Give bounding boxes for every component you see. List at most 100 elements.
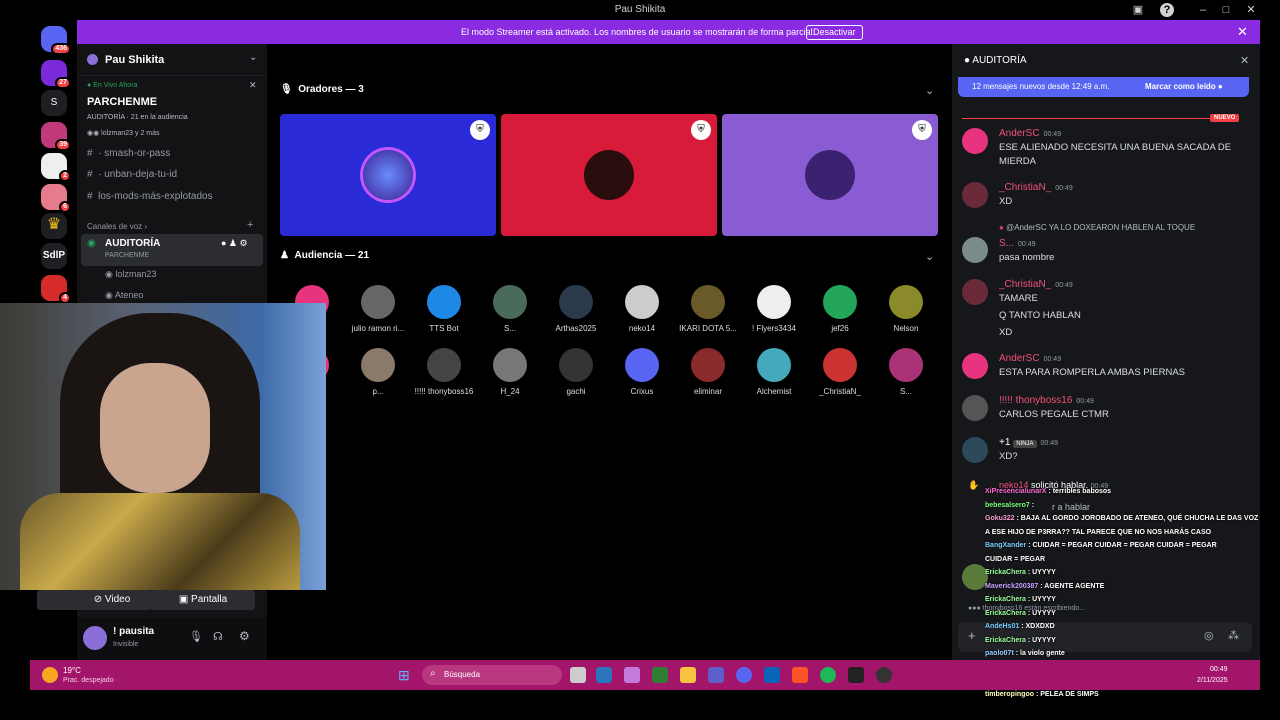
windows-start-icon[interactable]: ⊞ (398, 667, 410, 684)
speaker-card[interactable]: ⛨ (280, 114, 496, 236)
overlay-chat-line: ErickaChera : UYYYY (985, 609, 1056, 617)
app-icon[interactable] (848, 667, 864, 683)
avatar[interactable] (962, 395, 988, 421)
close-icon[interactable]: ✕ (1237, 24, 1248, 40)
voice-member[interactable]: ◉ lolzman23 (105, 269, 156, 280)
close-button[interactable]: ✕ (1244, 3, 1258, 17)
audience-member[interactable]: jef26 (808, 285, 872, 333)
avatar[interactable] (962, 237, 988, 263)
excel-icon[interactable] (652, 667, 668, 683)
maximize-button[interactable]: □ (1219, 3, 1233, 17)
add-attachment-icon[interactable]: + (968, 628, 976, 643)
search-box[interactable]: ⌕ Búsqueda (422, 665, 562, 685)
voice-channel-auditoria[interactable]: ◉ AUDITORÍA PARCHENME ● ♟ ⚙ (81, 234, 263, 266)
server-icon[interactable]: 39 (41, 122, 71, 151)
search-icon: ⌕ (430, 668, 436, 679)
audience-member[interactable]: ! Flyers3434 (742, 285, 806, 333)
voice-category[interactable]: Canales de voz › (87, 222, 147, 231)
audience-member[interactable]: S... (478, 285, 542, 333)
voice-member[interactable]: ◉ Ateneo (105, 290, 143, 301)
spotify-icon[interactable] (820, 667, 836, 683)
chevron-down-icon[interactable]: ⌄ (925, 250, 934, 263)
title-bar: Pau Shikita ▣ ? – □ ✕ (0, 0, 1280, 20)
video-button-label[interactable]: ⊘ Video (72, 590, 152, 610)
gear-icon[interactable]: ⚙ (239, 629, 250, 643)
audience-member[interactable]: IKARI DOTA 5... (676, 285, 740, 333)
audience-member[interactable]: eliminar (676, 348, 740, 396)
inbox-icon[interactable]: ▣ (1131, 3, 1145, 17)
server-icon[interactable]: SdlP (41, 243, 67, 269)
new-messages-bar[interactable]: 12 mensajes nuevos desde 12:49 a.m. Marc… (958, 77, 1249, 97)
audience-member[interactable]: neko14 (610, 285, 674, 333)
server-icon[interactable]: 4 (41, 275, 71, 304)
audience-member[interactable]: Nelson (874, 285, 938, 333)
reply-preview[interactable]: ● @AnderSC YA LO DOXEARON HABLEN AL TOQU… (999, 223, 1195, 232)
clock-time[interactable]: 00:49 (1210, 666, 1228, 673)
audience-member[interactable]: julio ramon ri... (346, 285, 410, 333)
add-channel-icon[interactable]: + (247, 219, 253, 231)
server-icon[interactable]: 27 (41, 60, 71, 89)
close-icon[interactable]: ✕ (249, 80, 257, 91)
deactivate-button[interactable]: Desactivar (806, 25, 863, 40)
clock-date[interactable]: 2/11/2025 (1197, 677, 1228, 684)
audience-member[interactable]: Crixus (610, 348, 674, 396)
live-event-meta: AUDITORÍA · 21 en la audiencia (87, 114, 188, 121)
steam-icon[interactable] (596, 667, 612, 683)
audience-member[interactable]: Alchemist (742, 348, 806, 396)
audience-member-name: !!!!! thonyboss16 (414, 387, 474, 396)
user-panel: ! pausita Invisible 🎙 ☊ ⚙ (77, 618, 267, 660)
chevron-down-icon[interactable]: ⌄ (925, 84, 934, 97)
avatar[interactable] (962, 279, 988, 305)
avatar[interactable] (962, 437, 988, 463)
audience-member[interactable]: gachi (544, 348, 608, 396)
screen-share-button[interactable]: ▣ Pantalla (151, 590, 255, 610)
teams-icon[interactable] (708, 667, 724, 683)
audience-member[interactable]: Arthas2025 (544, 285, 608, 333)
new-badge: NUEVO (1210, 114, 1240, 122)
avatar[interactable] (962, 182, 988, 208)
brave-icon[interactable] (792, 667, 808, 683)
microphone-icon[interactable]: 🎙 (189, 630, 203, 643)
chevron-down-icon[interactable]: ⌄ (249, 52, 257, 63)
server-icon[interactable]: S (41, 90, 67, 116)
invite-to-speak-button[interactable]: r a hablar (1052, 502, 1090, 512)
channel-smash-or-pass[interactable]: # · smash-or-pass (87, 148, 170, 159)
channel-unban-deja-tu-id[interactable]: # · unban-deja-tu-id (87, 169, 177, 180)
help-icon[interactable]: ? (1160, 3, 1174, 17)
audience-member[interactable]: p... (346, 348, 410, 396)
channel-los-mods[interactable]: # los-mods-más-explotados (87, 191, 213, 202)
discord-icon[interactable] (736, 667, 752, 683)
mark-read-button[interactable]: Marcar como leído ● (1145, 82, 1223, 91)
file-explorer-icon[interactable] (680, 667, 696, 683)
avatar[interactable] (962, 353, 988, 379)
direct-messages-icon[interactable]: 436 (41, 26, 71, 55)
live-event-title[interactable]: PARCHENME (87, 96, 157, 108)
close-icon[interactable]: ✕ (1240, 54, 1249, 67)
audience-member[interactable]: S... (874, 348, 938, 396)
avatar[interactable] (962, 128, 988, 154)
audience-member[interactable]: H_24 (478, 348, 542, 396)
server-icon[interactable]: 2 (41, 153, 71, 182)
audience-member[interactable]: !!!!! thonyboss16 (412, 348, 476, 396)
headphones-icon[interactable]: ☊ (213, 630, 223, 643)
audience-heading: ♟ Audiencia — 21 (280, 250, 369, 261)
server-icon[interactable]: 6 (41, 184, 71, 213)
speaker-card[interactable]: ⛨ (501, 114, 717, 236)
webcam-shirt (20, 493, 300, 590)
crown-icon[interactable]: ♛ (41, 213, 67, 239)
copilot-icon[interactable] (624, 667, 640, 683)
audience-member[interactable]: TTS Bot (412, 285, 476, 333)
task-view-icon[interactable] (570, 667, 586, 683)
obs-icon[interactable] (876, 667, 892, 683)
audience-member[interactable]: _ChristiaN_ (808, 348, 872, 396)
user-name: ! pausita (113, 626, 155, 637)
audience-member-name: eliminar (693, 387, 722, 396)
speaker-card[interactable]: ⛨ (722, 114, 938, 236)
chat-icon[interactable]: ● ♟ ⚙ (221, 238, 248, 249)
gift-icon[interactable]: ◎ (1204, 629, 1214, 642)
apps-icon[interactable]: ⁂ (1228, 629, 1239, 642)
minimize-button[interactable]: – (1196, 3, 1210, 17)
avatar[interactable] (83, 626, 107, 650)
outlook-icon[interactable] (764, 667, 780, 683)
server-header[interactable]: Pau Shikita ⌄ (77, 44, 267, 76)
